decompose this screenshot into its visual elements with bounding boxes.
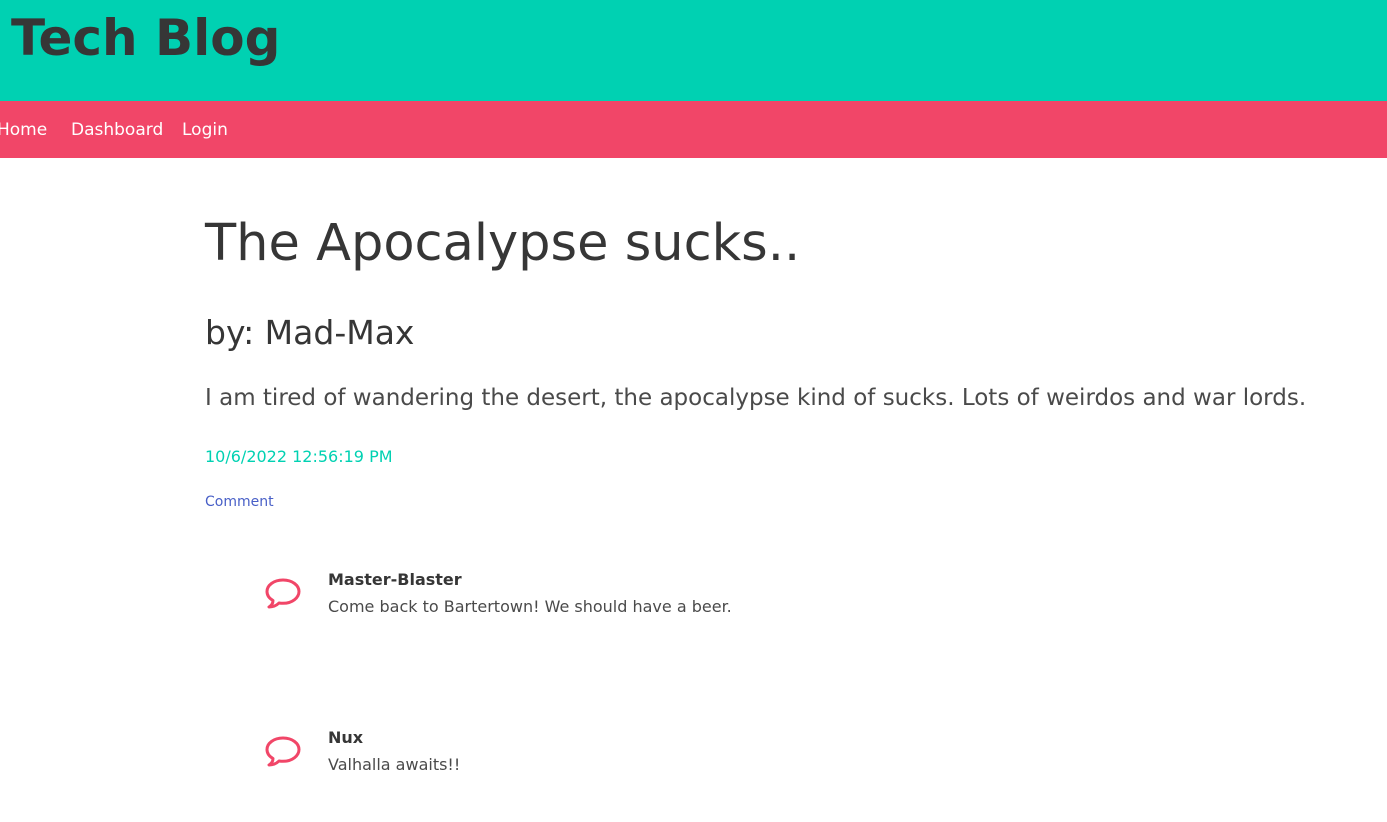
nav-link-dashboard[interactable]: Dashboard <box>71 119 163 141</box>
comment-text: Valhalla awaits!! <box>328 755 461 774</box>
post-body: I am tired of wandering the desert, the … <box>205 385 1307 411</box>
comment-username: Nux <box>328 728 364 747</box>
comment-text: Come back to Bartertown! We should have … <box>328 597 732 616</box>
nav-link-login[interactable]: Login <box>182 119 228 141</box>
main-nav: Home Dashboard Login <box>0 101 1387 158</box>
site-header: Tech Blog <box>0 0 1387 101</box>
site-title: Tech Blog <box>11 9 281 67</box>
comment-username: Master-Blaster <box>328 570 462 589</box>
nav-link-home[interactable]: Home <box>0 119 47 141</box>
post-author: by: Mad-Max <box>205 313 415 352</box>
comment-item: Master-Blaster Come back to Bartertown! … <box>264 570 964 630</box>
speech-bubble-icon <box>264 576 302 610</box>
comment-link[interactable]: Comment <box>205 493 274 511</box>
post-date: 10/6/2022 12:56:19 PM <box>205 447 393 466</box>
post-title: The Apocalypse sucks.. <box>205 214 801 273</box>
comment-item: Nux Valhalla awaits!! <box>264 728 964 788</box>
speech-bubble-icon <box>264 734 302 768</box>
